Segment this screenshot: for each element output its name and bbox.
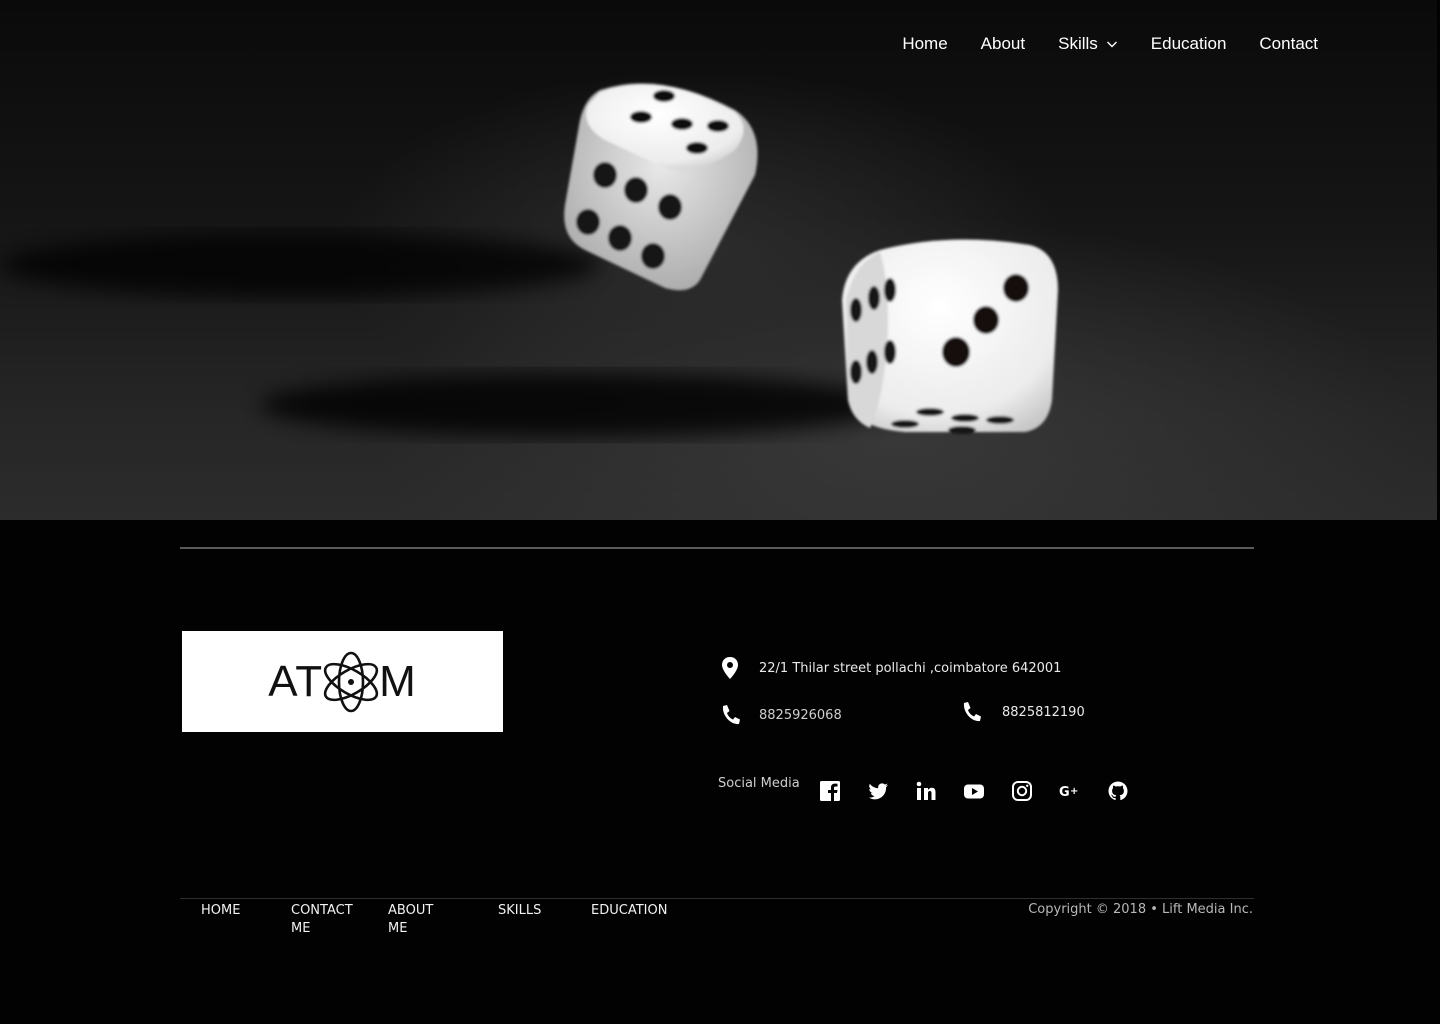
nav-home-link[interactable]: Home xyxy=(902,32,947,56)
hero-banner: Home About Skills Education Contact xyxy=(0,0,1437,520)
github-icon[interactable] xyxy=(1106,779,1130,803)
social-media-label: Social Media xyxy=(718,776,800,791)
social-icons-row: G + xyxy=(818,779,1154,803)
linkedin-icon[interactable] xyxy=(914,779,938,803)
phone-icon xyxy=(963,702,981,722)
google-plus-icon[interactable]: G + xyxy=(1058,779,1082,803)
atom-icon xyxy=(324,651,379,712)
main-nav: Home About Skills Education Contact xyxy=(902,32,1318,56)
facebook-icon[interactable] xyxy=(818,779,842,803)
nav-education-link[interactable]: Education xyxy=(1151,32,1227,56)
footer-nav-education[interactable]: EDUCATION xyxy=(591,902,667,920)
logo-text-left: AT xyxy=(268,656,324,706)
nav-skills-label: Skills xyxy=(1058,34,1098,53)
footer-nav-contact-me[interactable]: CONTACT ME xyxy=(291,902,355,938)
atom-logo: AT M xyxy=(182,631,503,732)
address-text: 22/1 Thilar street pollachi ,coimbatore … xyxy=(759,660,1062,676)
copyright-text: Copyright © 2018 • Lift Media Inc. xyxy=(1028,902,1253,917)
nav-about-link[interactable]: About xyxy=(981,32,1025,56)
twitter-icon[interactable] xyxy=(866,779,890,803)
phone-icon xyxy=(722,705,740,725)
hero-dice-image xyxy=(0,83,1058,437)
logo-wordmark: AT M xyxy=(268,651,417,713)
svg-text:+: + xyxy=(1070,786,1078,797)
footer-top-divider xyxy=(180,547,1254,549)
nav-skills-link[interactable]: Skills xyxy=(1058,32,1118,56)
nav-contact-link[interactable]: Contact xyxy=(1259,32,1318,56)
phone-1-text[interactable]: 8825926068 xyxy=(759,708,842,723)
phone-2-text[interactable]: 8825812190 xyxy=(1002,705,1085,720)
youtube-icon[interactable] xyxy=(962,779,986,803)
footer-nav-about-me[interactable]: ABOUT ME xyxy=(388,902,433,938)
contact-phone-2: 8825812190 xyxy=(960,700,1085,724)
svg-text:G: G xyxy=(1059,785,1070,800)
chevron-down-icon xyxy=(1106,41,1117,48)
location-pin-icon xyxy=(722,657,738,679)
logo-text-right: M xyxy=(379,656,417,706)
footer-nav-skills[interactable]: SKILLS xyxy=(498,902,541,920)
footer-bottom-divider xyxy=(180,898,1254,899)
contact-address: 22/1 Thilar street pollachi ,coimbatore … xyxy=(719,656,1061,680)
instagram-icon[interactable] xyxy=(1010,779,1034,803)
footer-nav-home[interactable]: HOME xyxy=(201,902,240,920)
contact-phone-1: 8825926068 xyxy=(719,703,842,727)
